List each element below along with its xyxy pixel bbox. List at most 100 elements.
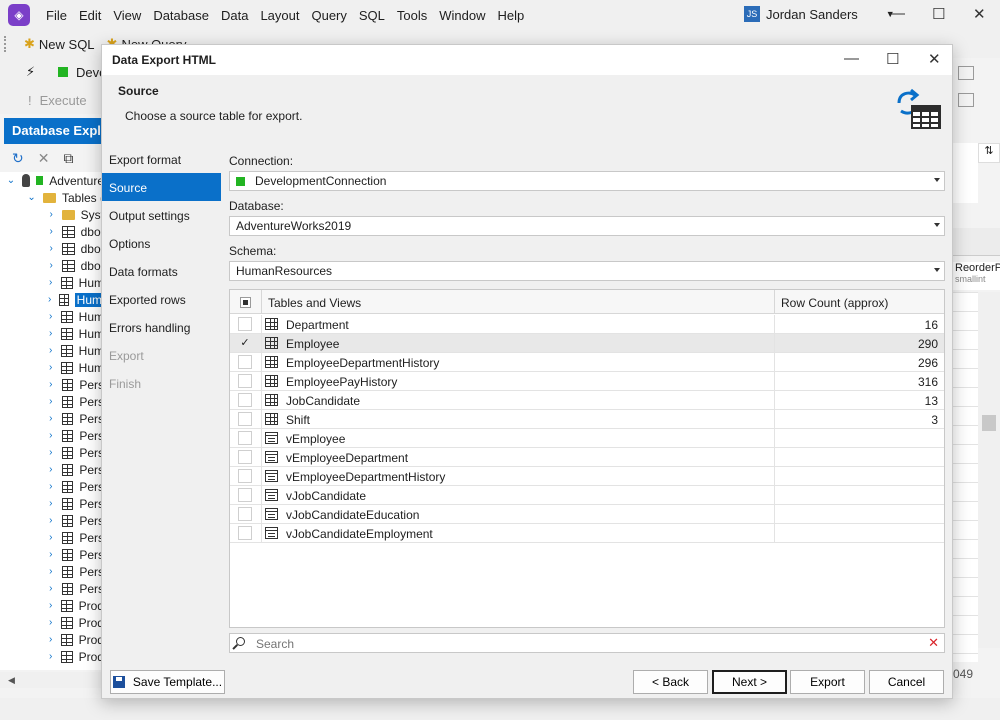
connection-select[interactable]: DevelopmentConnection: [229, 171, 945, 191]
row-checkbox[interactable]: [238, 450, 252, 464]
tree-item[interactable]: › Pers: [0, 546, 104, 563]
delete-icon[interactable]: ✕: [38, 150, 50, 167]
menu-edit[interactable]: Edit: [73, 8, 107, 23]
menu-view[interactable]: View: [107, 8, 147, 23]
collapse-arrow-icon[interactable]: ⌄: [6, 175, 16, 186]
table-row[interactable]: vJobCandidateEmployment: [230, 524, 944, 543]
menu-data[interactable]: Data: [215, 8, 254, 23]
tree-item[interactable]: › Pers: [0, 512, 104, 529]
nav-data-formats[interactable]: Data formats: [102, 257, 221, 285]
expand-arrow-icon[interactable]: ›: [46, 396, 56, 407]
tree-item[interactable]: › Hum: [0, 291, 104, 308]
menu-query[interactable]: Query: [305, 8, 352, 23]
expand-arrow-icon[interactable]: ›: [46, 294, 53, 305]
expand-arrow-icon[interactable]: ›: [46, 362, 55, 373]
tree-item[interactable]: › Pers: [0, 563, 104, 580]
execute-button[interactable]: Execute: [40, 93, 87, 108]
column-header-tables[interactable]: Tables and Views: [268, 296, 361, 310]
tree-item[interactable]: › Pers: [0, 393, 104, 410]
dialog-maximize-icon[interactable]: ☐: [886, 50, 899, 68]
table-row[interactable]: JobCandidate 13: [230, 391, 944, 410]
row-checkbox[interactable]: [238, 488, 252, 502]
dialog-minimize-icon[interactable]: —: [844, 50, 859, 67]
collapse-all-icon[interactable]: ⧉: [63, 150, 73, 167]
nav-options[interactable]: Options: [102, 229, 221, 257]
table-row[interactable]: EmployeeDepartmentHistory 296: [230, 353, 944, 372]
background-column-header[interactable]: ReorderP smallint: [953, 262, 1000, 290]
refresh-icon[interactable]: ↻: [12, 150, 24, 167]
app-logo-icon[interactable]: ◈: [8, 4, 30, 26]
tree-item[interactable]: › Pers: [0, 427, 104, 444]
tree-item[interactable]: › Prod: [0, 631, 104, 648]
tree-item[interactable]: › Pers: [0, 529, 104, 546]
nav-output-settings[interactable]: Output settings: [102, 201, 221, 229]
menu-database[interactable]: Database: [147, 8, 215, 23]
plug-icon[interactable]: ⚡: [26, 64, 35, 80]
search-input[interactable]: [256, 636, 916, 651]
database-select[interactable]: AdventureWorks2019: [229, 216, 945, 236]
expand-arrow-icon[interactable]: ›: [46, 413, 56, 424]
expand-arrow-icon[interactable]: ›: [46, 430, 56, 441]
tree-item[interactable]: › dbo.: [0, 240, 104, 257]
table-row[interactable]: Department 16: [230, 315, 944, 334]
tree-item[interactable]: › Prod: [0, 614, 104, 631]
expand-arrow-icon[interactable]: ›: [46, 498, 56, 509]
tree-item[interactable]: › Pers: [0, 461, 104, 478]
tree-item[interactable]: › Syst: [0, 206, 104, 223]
back-button[interactable]: < Back: [633, 670, 708, 694]
grid-view-icon[interactable]: [958, 66, 974, 80]
save-template-button[interactable]: Save Template...: [110, 670, 225, 694]
expand-arrow-icon[interactable]: ›: [46, 345, 55, 356]
row-checkbox[interactable]: [238, 431, 252, 445]
toolbar-grip[interactable]: [4, 36, 10, 52]
expand-arrow-icon[interactable]: ›: [46, 566, 56, 577]
expand-arrow-icon[interactable]: ›: [46, 226, 56, 237]
schema-select[interactable]: HumanResources: [229, 261, 945, 281]
expand-arrow-icon[interactable]: ›: [46, 532, 56, 543]
menu-window[interactable]: Window: [433, 8, 491, 23]
nav-export-format[interactable]: Export format: [102, 145, 221, 173]
table-row[interactable]: vJobCandidateEducation: [230, 505, 944, 524]
tree-item[interactable]: › Hum: [0, 342, 104, 359]
tree-item[interactable]: › Pers: [0, 410, 104, 427]
cancel-button[interactable]: Cancel: [869, 670, 944, 694]
expand-arrow-icon[interactable]: ›: [46, 328, 55, 339]
row-checkbox[interactable]: [238, 374, 252, 388]
tree-item[interactable]: › dbo.: [0, 257, 104, 274]
scrollbar-toggle[interactable]: ⇅: [978, 143, 1000, 163]
nav-exported-rows[interactable]: Exported rows: [102, 285, 221, 313]
expand-arrow-icon[interactable]: ›: [46, 515, 56, 526]
expand-arrow-icon[interactable]: ›: [46, 464, 56, 475]
tree-item[interactable]: › Pers: [0, 478, 104, 495]
minimize-icon[interactable]: —: [890, 5, 905, 22]
tree-item[interactable]: › Hum: [0, 359, 104, 376]
tree-item[interactable]: › Pers: [0, 580, 104, 597]
expand-arrow-icon[interactable]: ›: [46, 651, 55, 662]
tree-item[interactable]: › Pers: [0, 444, 104, 461]
tree-horizontal-scrollbar[interactable]: ◀: [0, 672, 104, 688]
expand-arrow-icon[interactable]: ›: [46, 243, 56, 254]
tree-item[interactable]: › Prod: [0, 597, 104, 614]
column-header-rowcount[interactable]: Row Count (approx): [781, 296, 888, 310]
table-row[interactable]: ✓ Employee 290: [230, 334, 944, 353]
expand-arrow-icon[interactable]: ›: [46, 600, 55, 611]
row-checkbox[interactable]: [238, 317, 252, 331]
expand-arrow-icon[interactable]: ›: [46, 277, 55, 288]
expand-arrow-icon[interactable]: ›: [46, 549, 56, 560]
user-area[interactable]: JS Jordan Sanders ▼: [744, 6, 895, 22]
expand-arrow-icon[interactable]: ›: [46, 260, 56, 271]
tree-item[interactable]: › Pers: [0, 495, 104, 512]
expand-arrow-icon[interactable]: ›: [46, 209, 56, 220]
background-vertical-scrollbar[interactable]: [978, 292, 1000, 648]
row-checkbox[interactable]: [238, 469, 252, 483]
tree-item[interactable]: › Hum: [0, 325, 104, 342]
expand-arrow-icon[interactable]: ›: [46, 447, 56, 458]
tree-item[interactable]: › Pers: [0, 376, 104, 393]
table-row[interactable]: vJobCandidate: [230, 486, 944, 505]
tree-item[interactable]: › dbo.: [0, 223, 104, 240]
dialog-titlebar[interactable]: Data Export HTML — ☐ ✕: [102, 45, 952, 75]
tree-item[interactable]: › Hum: [0, 308, 104, 325]
tree-item[interactable]: ⌄ Tables (: [0, 189, 104, 206]
row-checkbox[interactable]: [238, 355, 252, 369]
tree-item[interactable]: ⌄ Adventure: [0, 172, 104, 189]
